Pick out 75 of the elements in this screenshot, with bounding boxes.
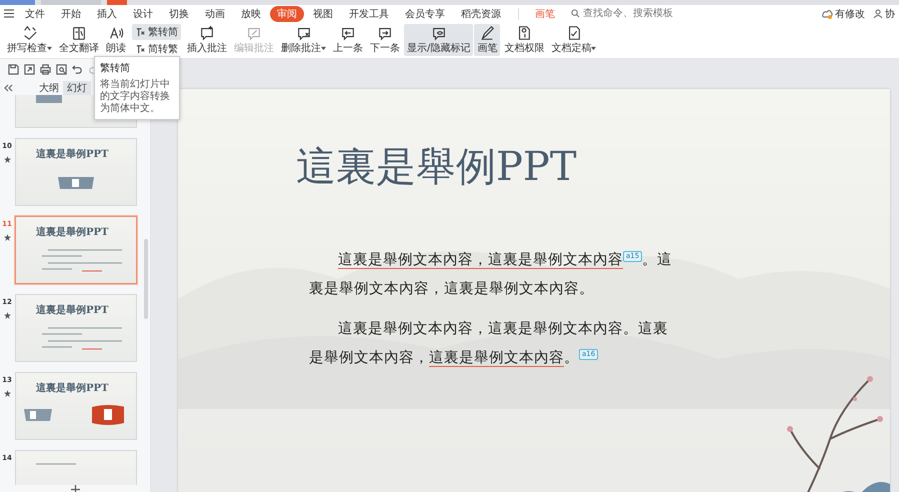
animation-star-icon [4,156,10,163]
text-line-drawing [36,462,76,466]
comment-edit-icon [246,25,262,41]
ribbon-button[interactable]: 下一条 [367,24,403,56]
search-icon [571,9,580,18]
ribbon-button[interactable]: 文档定稿 [548,24,600,56]
ribbon-button[interactable]: 显示/隐藏标记 [404,24,474,56]
ribbon-button[interactable]: 上一条 [330,24,366,56]
ribbon-button[interactable]: 繁转简 [132,24,181,40]
document-lock-icon [516,25,532,41]
menu-tab[interactable]: 动画 [198,6,232,22]
ribbon-button[interactable]: 拼写检查 [4,24,55,56]
read-aloud-icon [108,25,124,41]
menu-tab[interactable]: 视图 [306,6,340,22]
animation-star-icon [4,234,10,241]
comment-eye-icon [430,25,447,41]
menu-tab[interactable]: 审阅 [270,6,304,22]
ribbon-button[interactable]: 插入批注 [184,24,230,56]
print-icon[interactable] [40,64,51,74]
undo-icon[interactable] [72,64,83,74]
convert-icon [135,44,146,54]
animation-star-icon [4,390,10,397]
slide-title: 這裏是舉例PPT [296,143,578,192]
ribbon-button[interactable]: 简转繁 [132,41,181,57]
pen-icon [479,25,496,41]
thumbnail-title: 這裏是舉例PPT [36,304,110,317]
comment-next-icon [377,25,393,41]
menu-icon[interactable] [4,9,14,18]
tooltip-text: 将当前幻灯片中的文字内容转换为简体中文。 [100,79,171,115]
ribbon-button[interactable]: 全文翻译 [56,24,102,56]
collaborate-button[interactable]: 协 [873,6,895,20]
panel-tab[interactable]: 大纲 [35,81,63,95]
slide-thumbnail[interactable]: 這裏是舉例PPT [15,372,137,440]
menu-tab[interactable]: 放映 [234,6,268,22]
comment-delete-icon [296,25,312,41]
convert-icon [135,26,146,38]
slide-thumbnail[interactable]: 這裏是舉例PPT [15,138,137,206]
comment-previous-icon [340,25,356,41]
menu-tab[interactable]: 稻壳资源 [454,6,508,22]
tooltip-title: 繁转简 [100,62,131,75]
ribbon-button[interactable]: 文档权限 [501,24,548,56]
collapse-icon[interactable] [4,84,13,92]
slide-thumbnail[interactable]: 這裏是舉例PPT [15,294,137,362]
thumbnail-title: 這裏是舉例PPT [36,382,110,395]
panel-tab[interactable]: 幻灯 [63,81,91,95]
export-icon[interactable] [24,64,35,74]
thumbnail-title: 這裏是舉例PPT [36,148,110,161]
cloud-icon [822,8,833,18]
menu-tab[interactable]: 插入 [90,6,124,22]
animation-star-icon [4,312,10,319]
pen-tab[interactable]: 画笔 [529,6,561,20]
add-icon[interactable] [70,485,80,492]
caret-icon [321,46,326,51]
scrollbar-thumb[interactable] [144,239,148,319]
ribbon-button[interactable]: 朗读 [103,24,129,56]
preview-icon[interactable] [56,64,67,74]
search-field[interactable]: 查找命令、搜索模板 [571,8,703,19]
slide-thumbnail[interactable]: 這裏是舉例PPT [15,216,137,284]
save-icon[interactable] [8,64,19,74]
menu-tab[interactable]: 切换 [162,6,196,22]
menu-tab[interactable]: 开始 [54,6,88,22]
comment-add-icon [199,25,215,41]
thumbnail-title: 這裏是舉例PPT [36,226,110,239]
ribbon-button[interactable]: 画笔 [474,24,500,56]
person-icon [873,8,883,18]
menu-tab[interactable]: 设计 [126,6,160,22]
caret-icon [591,46,596,51]
ribbon-button[interactable]: 删除批注 [278,24,329,56]
spell-check-icon [22,25,38,41]
menu-tab[interactable]: 开发工具 [342,6,396,22]
caret-icon [47,46,52,51]
menu-tab[interactable]: 文件 [18,6,52,22]
translate-icon [71,25,87,41]
menu-tab[interactable]: 会员专享 [398,6,452,22]
sync-status[interactable]: 有修改 [822,6,865,20]
